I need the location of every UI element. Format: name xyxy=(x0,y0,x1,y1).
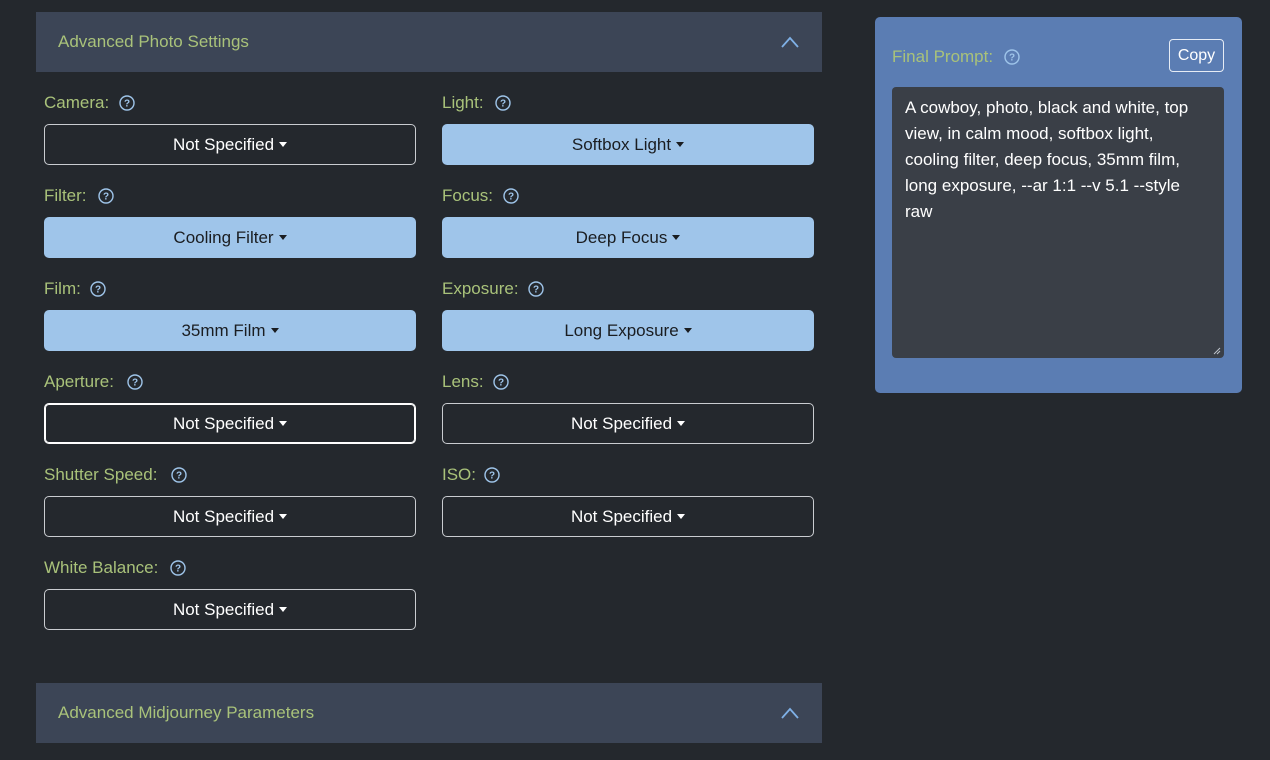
film-label: Film: xyxy=(44,279,81,298)
light-dropdown[interactable]: Softbox Light xyxy=(442,124,814,165)
final-prompt-text: A cowboy, photo, black and white, top vi… xyxy=(905,98,1189,221)
shutter-speed-label: Shutter Speed: xyxy=(44,465,158,484)
chevron-up-icon[interactable] xyxy=(780,704,800,722)
svg-text:?: ? xyxy=(489,471,495,482)
exposure-dropdown[interactable]: Long Exposure xyxy=(442,310,814,351)
focus-label: Focus: xyxy=(442,186,494,205)
help-icon[interactable]: ? xyxy=(503,188,519,204)
caret-down-icon xyxy=(677,421,686,426)
camera-dropdown[interactable]: Not Specified xyxy=(44,124,416,165)
aperture-label: Aperture: xyxy=(44,372,114,391)
help-icon[interactable]: ? xyxy=(1004,49,1020,65)
midjourney-params-title: Advanced Midjourney Parameters xyxy=(58,703,315,722)
exposure-label: Exposure: xyxy=(442,279,519,298)
help-icon[interactable]: ? xyxy=(170,560,186,576)
aperture-value: Not Specified xyxy=(172,414,275,433)
copy-button[interactable]: Copy xyxy=(1169,39,1224,72)
help-icon[interactable]: ? xyxy=(171,467,187,483)
svg-text:?: ? xyxy=(1009,53,1015,64)
resize-grip-icon[interactable] xyxy=(1213,347,1221,355)
lens-label: Lens: xyxy=(442,372,484,391)
help-icon[interactable]: ? xyxy=(119,95,135,111)
white-balance-dropdown[interactable]: Not Specified xyxy=(44,589,416,630)
caret-down-icon xyxy=(279,142,288,147)
iso-value: Not Specified xyxy=(570,507,673,526)
camera-value: Not Specified xyxy=(172,135,275,154)
caret-down-icon xyxy=(279,607,288,612)
help-icon[interactable]: ? xyxy=(484,467,500,483)
caret-down-icon xyxy=(677,514,686,519)
help-icon[interactable]: ? xyxy=(528,281,544,297)
lens-dropdown[interactable]: Not Specified xyxy=(442,403,814,444)
white-balance-label: White Balance: xyxy=(44,558,159,577)
filter-label: Filter: xyxy=(44,186,87,205)
caret-down-icon xyxy=(676,142,685,147)
caret-down-icon xyxy=(270,328,279,333)
svg-text:?: ? xyxy=(176,471,182,482)
svg-text:?: ? xyxy=(95,285,101,296)
photo-settings-accordion-header[interactable]: Advanced Photo Settings xyxy=(36,12,822,72)
svg-text:?: ? xyxy=(508,192,514,203)
light-value: Softbox Light xyxy=(571,135,672,154)
caret-down-icon xyxy=(279,421,288,426)
focus-dropdown[interactable]: Deep Focus xyxy=(442,217,814,258)
help-icon[interactable]: ? xyxy=(495,95,511,111)
film-value: 35mm Film xyxy=(181,321,266,340)
shutter-speed-dropdown[interactable]: Not Specified xyxy=(44,496,416,537)
light-label: Light: xyxy=(442,93,484,112)
final-prompt-textarea[interactable]: A cowboy, photo, black and white, top vi… xyxy=(892,87,1224,358)
film-dropdown[interactable]: 35mm Film xyxy=(44,310,416,351)
filter-value: Cooling Filter xyxy=(173,228,274,247)
iso-label: ISO: xyxy=(442,465,477,484)
help-icon[interactable]: ? xyxy=(98,188,114,204)
svg-text:?: ? xyxy=(175,564,181,575)
focus-value: Deep Focus xyxy=(575,228,668,247)
help-icon[interactable]: ? xyxy=(493,374,509,390)
shutter-speed-value: Not Specified xyxy=(172,507,275,526)
camera-label: Camera: xyxy=(44,93,110,112)
help-icon[interactable]: ? xyxy=(127,374,143,390)
caret-down-icon xyxy=(279,514,288,519)
final-prompt-label: Final Prompt: xyxy=(892,47,994,66)
midjourney-params-accordion-header[interactable]: Advanced Midjourney Parameters xyxy=(36,683,822,743)
caret-down-icon xyxy=(672,235,681,240)
svg-text:?: ? xyxy=(533,285,539,296)
exposure-value: Long Exposure xyxy=(564,321,679,340)
caret-down-icon xyxy=(683,328,692,333)
aperture-dropdown[interactable]: Not Specified xyxy=(44,403,416,444)
chevron-up-icon[interactable] xyxy=(780,33,800,51)
final-prompt-panel: Final Prompt: ? Copy A cowboy, photo, bl… xyxy=(875,17,1242,393)
svg-text:?: ? xyxy=(500,99,506,110)
iso-dropdown[interactable]: Not Specified xyxy=(442,496,814,537)
svg-text:?: ? xyxy=(498,378,504,389)
svg-text:?: ? xyxy=(124,99,130,110)
caret-down-icon xyxy=(278,235,287,240)
svg-text:?: ? xyxy=(103,192,109,203)
filter-dropdown[interactable]: Cooling Filter xyxy=(44,217,416,258)
white-balance-value: Not Specified xyxy=(172,600,275,619)
photo-settings-title: Advanced Photo Settings xyxy=(58,32,249,51)
help-icon[interactable]: ? xyxy=(90,281,106,297)
lens-value: Not Specified xyxy=(570,414,673,433)
svg-text:?: ? xyxy=(132,378,138,389)
